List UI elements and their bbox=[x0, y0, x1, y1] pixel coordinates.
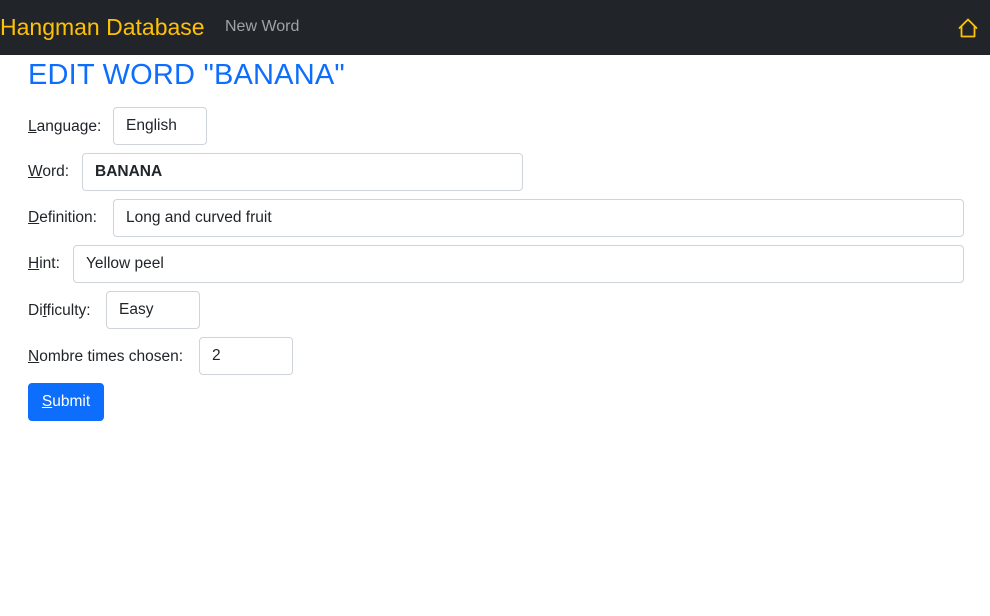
definition-input[interactable]: Long and curved fruit bbox=[113, 199, 964, 237]
difficulty-label: Difficulty: bbox=[28, 302, 91, 319]
language-label: Language: bbox=[28, 118, 102, 135]
submit-button[interactable]: Submit bbox=[28, 383, 104, 421]
navbar: Hangman Database New Word bbox=[0, 0, 990, 55]
times-chosen-label: Nombre times chosen: bbox=[28, 348, 184, 365]
word-label: Word: bbox=[28, 163, 70, 180]
new-word-link[interactable]: New Word bbox=[225, 17, 299, 37]
language-select[interactable]: English bbox=[113, 107, 207, 145]
definition-label: Definition: bbox=[28, 209, 97, 226]
times-chosen-input[interactable]: 2 bbox=[199, 337, 293, 375]
word-input[interactable]: BANANA bbox=[82, 153, 523, 191]
page-title: EDIT WORD "BANANA" bbox=[28, 59, 345, 91]
difficulty-select[interactable]: Easy bbox=[106, 291, 200, 329]
hint-label: Hint: bbox=[28, 255, 60, 272]
brand-link[interactable]: Hangman Database bbox=[0, 12, 205, 42]
home-icon[interactable] bbox=[957, 17, 979, 39]
hint-input[interactable]: Yellow peel bbox=[73, 245, 964, 283]
